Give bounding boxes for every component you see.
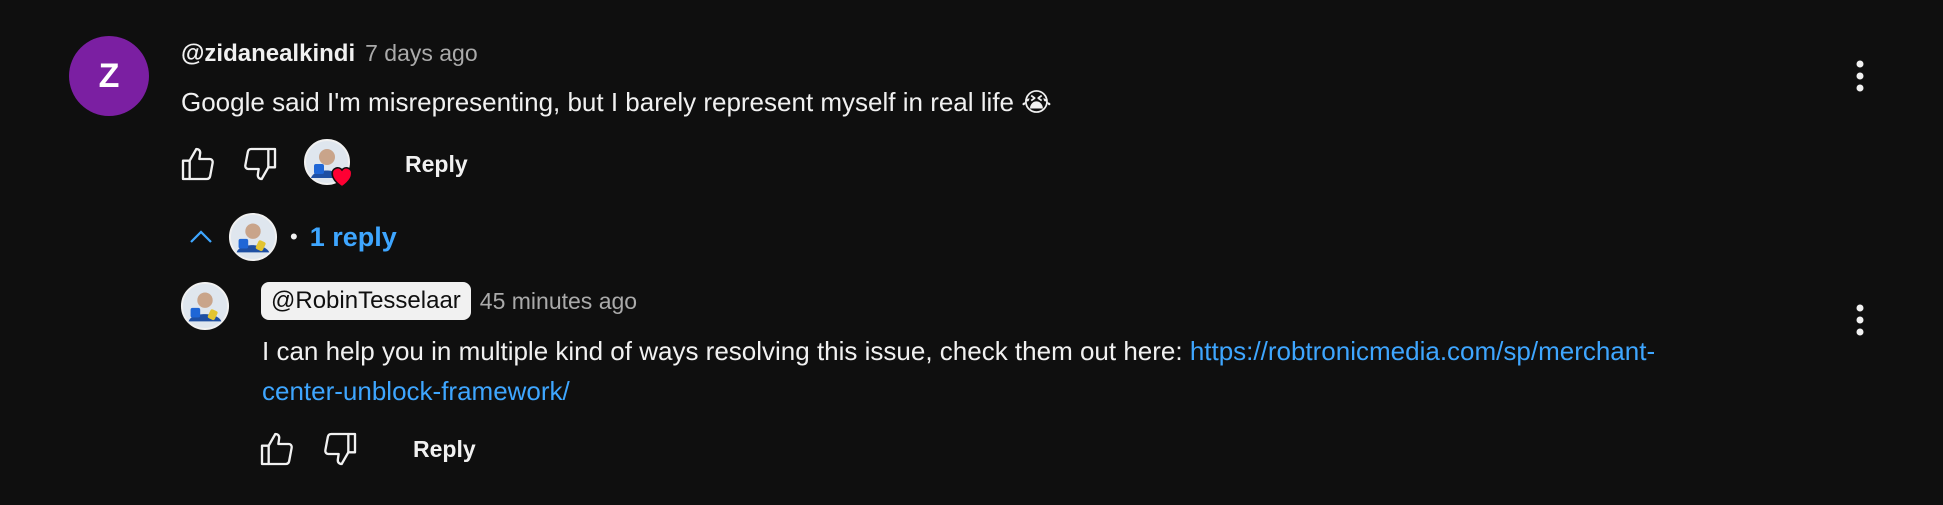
comment-menu-button[interactable] [1842, 56, 1878, 96]
avatar[interactable]: Z [69, 36, 149, 116]
more-vert-icon [1856, 60, 1864, 92]
replies-toggle-button[interactable]: • 1 reply [186, 212, 397, 262]
creator-heart-icon [331, 167, 353, 188]
comment-text: Google said I'm misrepresenting, but I b… [181, 87, 1052, 117]
separator-dot: • [290, 224, 298, 249]
thumb-up-icon [181, 147, 214, 181]
reply-author-badge[interactable]: @RobinTesselaar [261, 282, 471, 320]
reply-author-avatar-icon [228, 212, 278, 262]
chevron-up-icon [190, 230, 212, 243]
reply-menu-button[interactable] [1842, 300, 1878, 340]
thumb-up-icon [260, 432, 293, 466]
more-vert-icon [1856, 304, 1864, 336]
reply-reply-button[interactable]: Reply [413, 436, 476, 463]
reply-button[interactable]: Reply [405, 151, 468, 178]
comment-header: @zidanealkindi 7 days ago [181, 40, 478, 68]
like-button[interactable] [176, 142, 220, 186]
replies-count-label: 1 reply [309, 221, 397, 252]
dislike-button[interactable] [238, 142, 282, 186]
reply-avatar[interactable] [180, 281, 230, 331]
comment-author[interactable]: @zidanealkindi [181, 40, 355, 68]
thumb-down-icon [244, 147, 277, 181]
reply-header: @RobinTesselaar 45 minutes ago [261, 282, 637, 320]
creator-heart[interactable] [303, 138, 355, 190]
reply-text-line2: center-unblock-framework/ [262, 371, 570, 411]
reply-timestamp[interactable]: 45 minutes ago [480, 288, 637, 315]
comment-timestamp[interactable]: 7 days ago [365, 40, 478, 67]
reply-link[interactable]: https://robtronicmedia.com/sp/merchant- [1190, 336, 1655, 366]
reply-link-continued[interactable]: center-unblock-framework/ [262, 376, 570, 406]
reply-author-avatar-icon [180, 281, 230, 331]
thumb-down-icon [324, 432, 357, 466]
reply-text: I can help you in multiple kind of ways … [262, 331, 1655, 371]
reply-text-body: I can help you in multiple kind of ways … [262, 336, 1190, 366]
reply-dislike-button[interactable] [318, 427, 362, 471]
reply-like-button[interactable] [255, 427, 299, 471]
